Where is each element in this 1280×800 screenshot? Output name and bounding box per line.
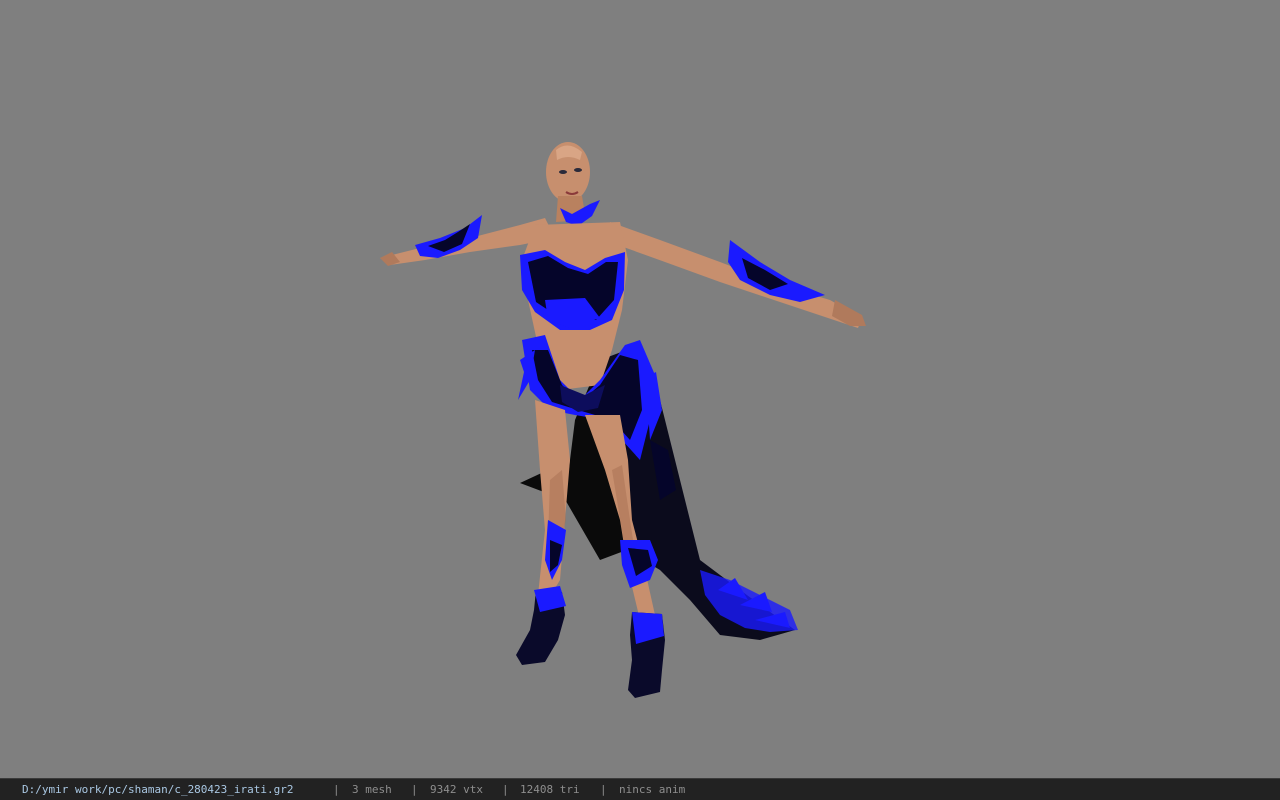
vertex-count-label: 9342 vtx <box>430 783 483 796</box>
right-arm <box>610 222 862 328</box>
animation-status-label: nincs anim <box>619 783 686 796</box>
right-bracer <box>728 240 825 302</box>
character-model-icon <box>380 142 866 698</box>
mesh-count-label: 3 mesh <box>352 783 392 796</box>
3d-viewport[interactable] <box>0 0 1280 778</box>
status-bar: D:/ymir work/pc/shaman/c_280423_irati.gr… <box>0 778 1280 800</box>
status-separator: | <box>411 783 418 796</box>
status-separator: | <box>333 783 340 796</box>
status-separator: | <box>502 783 509 796</box>
file-path-label: D:/ymir work/pc/shaman/c_280423_irati.gr… <box>22 783 294 796</box>
status-separator: | <box>600 783 607 796</box>
triangle-count-label: 12408 tri <box>520 783 580 796</box>
